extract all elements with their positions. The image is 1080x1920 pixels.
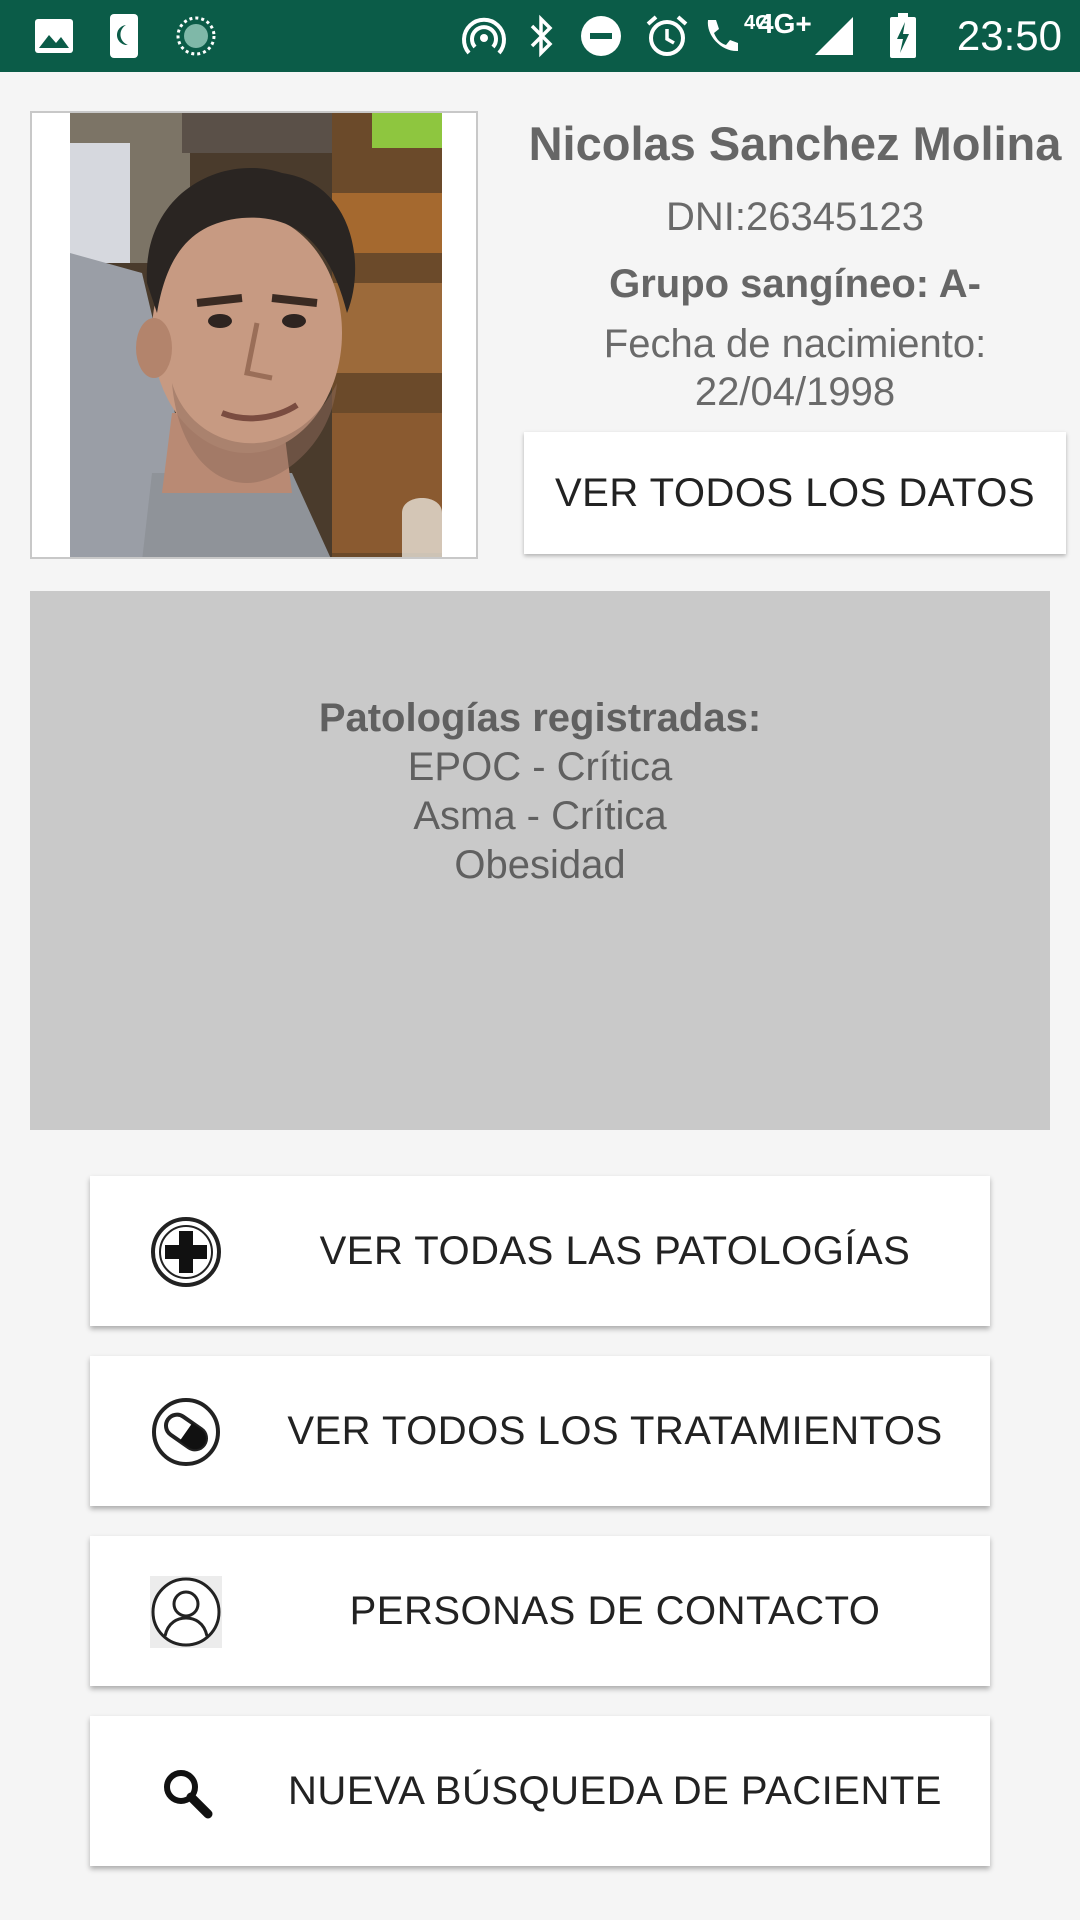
new-patient-search-button[interactable]: NUEVA BÚSQUEDA DE PACIENTE [90,1716,990,1866]
view-all-treatments-button[interactable]: VER TODOS LOS TRATAMIENTOS [90,1356,990,1506]
battery-charging-icon [886,0,920,72]
bluetooth-icon [522,0,560,72]
pathologies-panel: Patologías registradas: EPOC - Crítica A… [30,591,1050,1130]
view-all-data-label: VER TODOS LOS DATOS [554,470,1035,515]
wifi-calling-icon [700,0,744,72]
medical-cross-icon [150,1216,222,1288]
alarm-icon [644,0,690,72]
pathology-item: Asma - Crítica [413,794,667,838]
image-icon [32,0,76,72]
view-all-pathologies-button[interactable]: VER TODAS LAS PATOLOGÍAS [90,1176,990,1326]
signal-icon [812,0,856,72]
patient-photo-image [32,113,476,557]
patient-photo [30,111,478,559]
view-all-pathologies-label: VER TODAS LAS PATOLOGÍAS [319,1228,911,1273]
pathology-item: Obesidad [454,843,626,887]
patient-birth-label: Fecha de nacimiento: [603,322,987,366]
patient-birth-date: 22/04/1998 [694,370,896,414]
view-all-treatments-label: VER TODOS LOS TRATAMIENTOS [287,1408,943,1453]
network-4g-plus-label: 4G+ [758,8,812,39]
view-all-data-button[interactable]: VER TODOS LOS DATOS [524,432,1066,554]
search-icon [150,1756,222,1828]
pathologies-title: Patologías registradas: [318,696,762,740]
new-patient-search-label: NUEVA BÚSQUEDA DE PACIENTE [288,1768,942,1813]
do-not-disturb-icon [578,0,624,72]
contact-persons-button[interactable]: PERSONAS DE CONTACTO [90,1536,990,1686]
pathology-item: EPOC - Crítica [407,745,673,789]
pill-icon [150,1396,222,1468]
status-bar: 4G 4G+ 23:50 [0,0,1080,72]
contact-persons-label: PERSONAS DE CONTACTO [349,1588,881,1633]
patient-blood-group: Grupo sangíneo: A- [609,262,981,306]
night-mode-icon [108,0,140,72]
contact-person-icon [150,1576,222,1648]
status-time: 23:50 [956,12,1062,59]
loading-icon [174,0,218,72]
hotspot-icon [460,0,508,72]
patient-dni: DNI:26345123 [666,195,924,239]
patient-name: Nicolas Sanchez Molina [528,117,1062,170]
